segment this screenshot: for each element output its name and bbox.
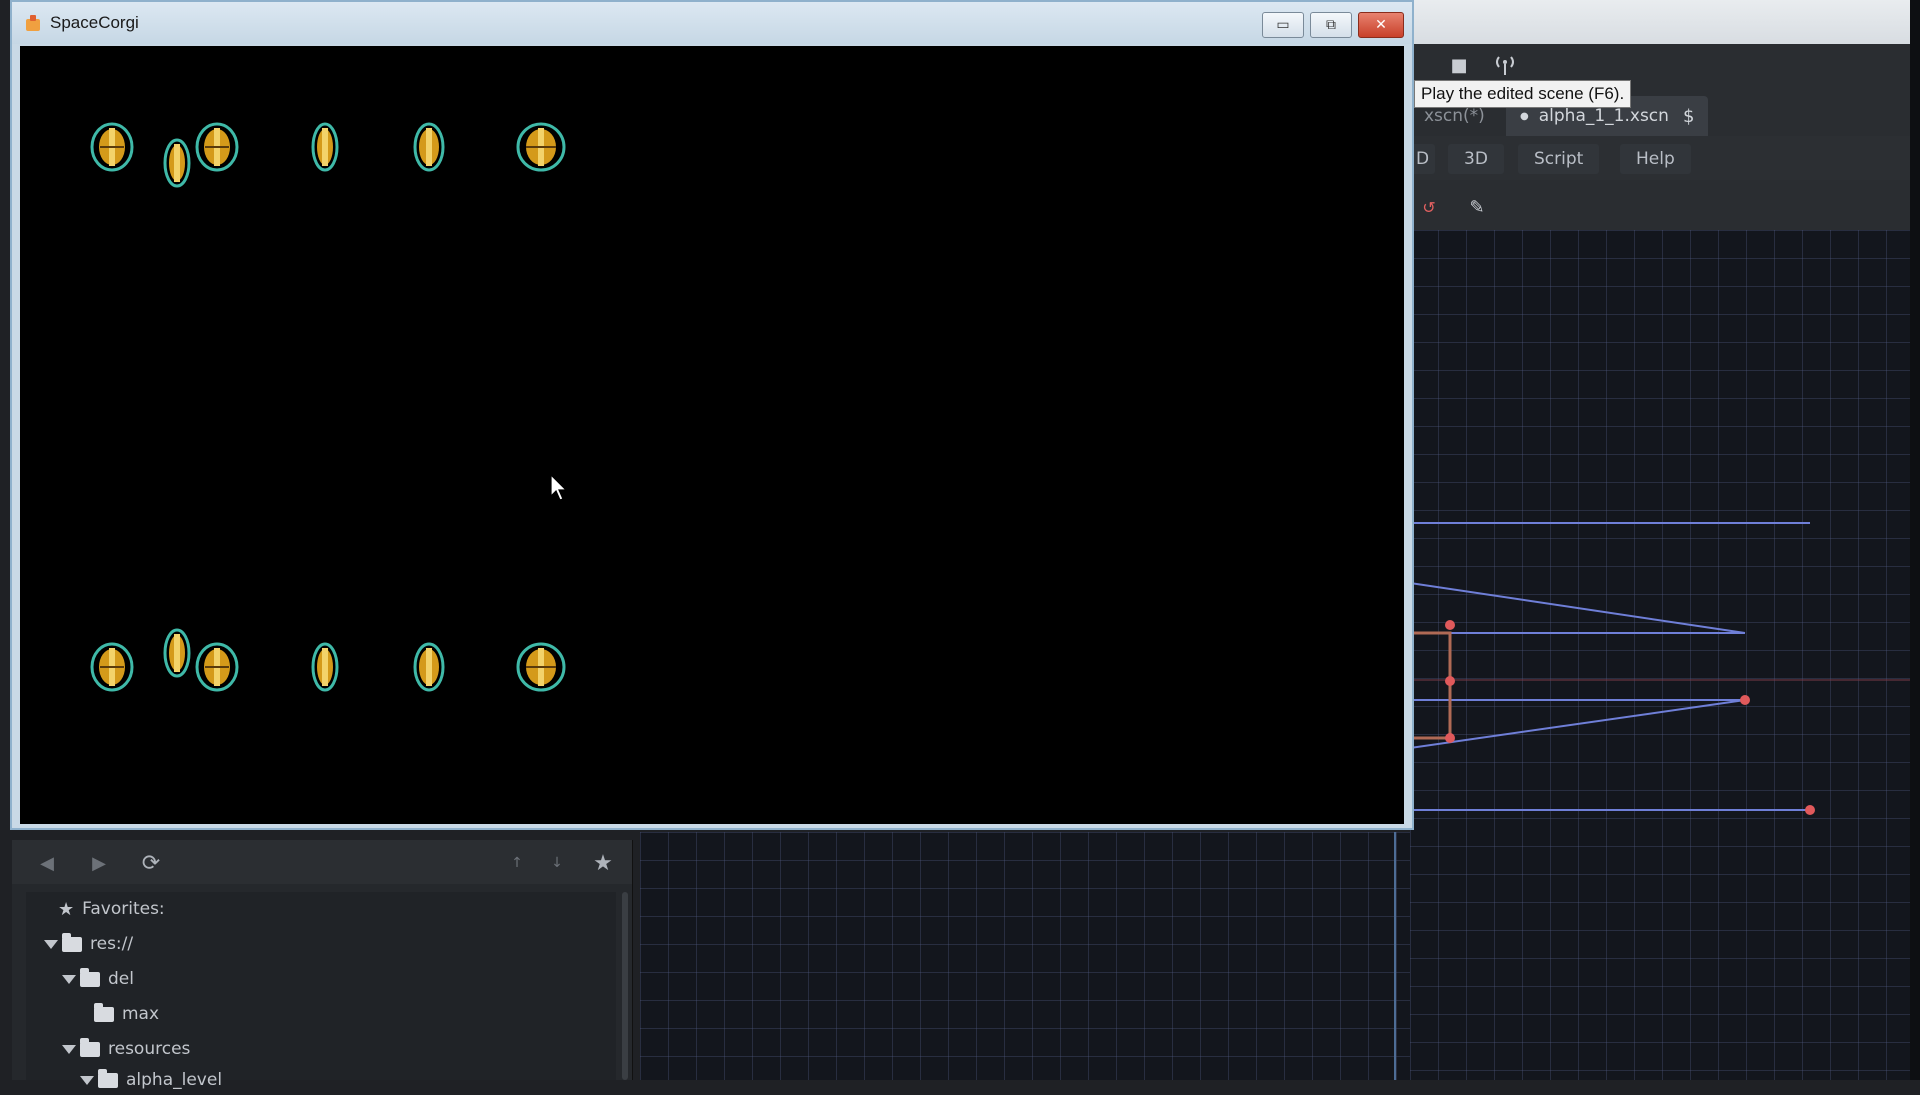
enemy-ship [516,122,566,172]
app-icon [26,15,40,31]
play-scene-tooltip: Play the edited scene (F6). [1414,80,1632,108]
back-arrow-icon[interactable]: ◀ [34,850,60,876]
tree-item-del[interactable]: del [62,964,134,994]
expand-arrow-icon[interactable] [44,939,58,949]
move-down-icon[interactable]: ↓ [544,850,570,876]
antenna-icon [1496,56,1514,75]
handle-point[interactable] [1740,695,1750,705]
editor-title-area [1410,0,1920,45]
editor-mode-bar: D 3D Script Help [1410,136,1910,180]
tree-item-label: del [108,969,134,989]
enemy-ship [163,138,191,188]
enemy-ship [311,122,339,172]
enemy-ship [413,642,445,692]
guide-line [1410,699,1746,749]
tree-item-res[interactable]: res:// [44,929,133,959]
refresh-icon[interactable]: ⟳ [138,850,164,876]
filesystem-tree: ★ Favorites: res:// del max resources al… [26,892,616,1090]
minimize-button[interactable]: ▭ [1262,12,1304,38]
maximize-button[interactable]: ⧉ [1310,12,1352,38]
enemy-ship [413,122,445,172]
node-frame [1410,631,1452,740]
collision-polygon-overlay [1410,522,1910,815]
window-title-bar[interactable]: SpaceCorgi ▭ ⧉ ✕ [12,2,1412,44]
favorites-row[interactable]: ★ Favorites: [58,894,165,924]
canvas-toolbar: ↺ ✎ [1410,180,1910,230]
enemy-ship [311,642,339,692]
handle-point[interactable] [1445,620,1455,630]
tree-item-max[interactable]: max [94,999,159,1029]
scene-viewport-lower[interactable] [640,832,1410,1080]
folder-icon [80,967,100,987]
tree-item-label: max [122,1004,160,1024]
axis-line [1394,832,1396,1080]
folder-icon [62,932,82,952]
remote-debug-icon[interactable] [1492,52,1518,78]
move-up-icon[interactable]: ↑ [504,850,530,876]
expand-arrow-icon[interactable] [62,1044,76,1054]
window-title: SpaceCorgi [50,13,139,32]
scene-tab-label: xscn(*) [1424,106,1485,126]
tree-scrollbar[interactable] [622,892,628,1080]
expand-arrow-icon[interactable] [62,974,76,984]
filesystem-toolbar: ◀ ▶ ⟳ ↑ ↓ ★ [12,840,632,884]
enemy-ship [90,122,134,172]
star-icon: ★ [58,898,75,920]
tree-item-label: resources [108,1039,191,1059]
close-button[interactable]: ✕ [1358,12,1404,38]
game-window: SpaceCorgi ▭ ⧉ ✕ [10,0,1414,830]
enemy-ship [516,642,566,692]
mode-help-button[interactable]: Help [1620,144,1691,174]
enemy-ship [195,122,239,172]
mode-3d-button[interactable]: 3D [1448,144,1504,174]
handle-point[interactable] [1445,733,1455,743]
tree-item-alpha-level[interactable]: alpha_level [80,1065,222,1095]
enemy-ship [195,642,239,692]
folder-icon [98,1068,118,1088]
expand-arrow-icon[interactable] [80,1075,94,1085]
rotate-tool-icon[interactable]: ↺ [1416,194,1442,220]
stop-icon[interactable]: ■ [1446,52,1472,78]
scene-tab-label: alpha_1_1.xscn [1538,106,1669,126]
tree-item-label: alpha_level [126,1070,223,1090]
folder-icon [94,1002,114,1022]
editor-right-edge [1910,0,1920,1080]
folder-icon [80,1037,100,1057]
enemy-ship [163,628,191,678]
enemy-ship [90,642,134,692]
tree-item-label: res:// [90,934,134,954]
favorite-star-icon[interactable]: ★ [590,850,616,876]
forward-arrow-icon[interactable]: ▶ [86,850,112,876]
handle-point[interactable] [1445,676,1455,686]
script-icon: $ [1682,105,1695,127]
guide-line [1410,582,1746,634]
game-canvas[interactable] [20,46,1404,824]
mouse-cursor-icon [550,474,568,501]
tree-item-resources[interactable]: resources [62,1034,190,1064]
favorites-label: Favorites: [82,899,165,919]
edit-tool-icon[interactable]: ✎ [1464,194,1490,220]
handle-point[interactable] [1805,805,1815,815]
mode-script-button[interactable]: Script [1518,144,1600,174]
unsaved-dot-icon: ● [1520,110,1529,122]
filesystem-dock: ◀ ▶ ⟳ ↑ ↓ ★ ★ Favorites: res:// del max … [12,840,633,1090]
